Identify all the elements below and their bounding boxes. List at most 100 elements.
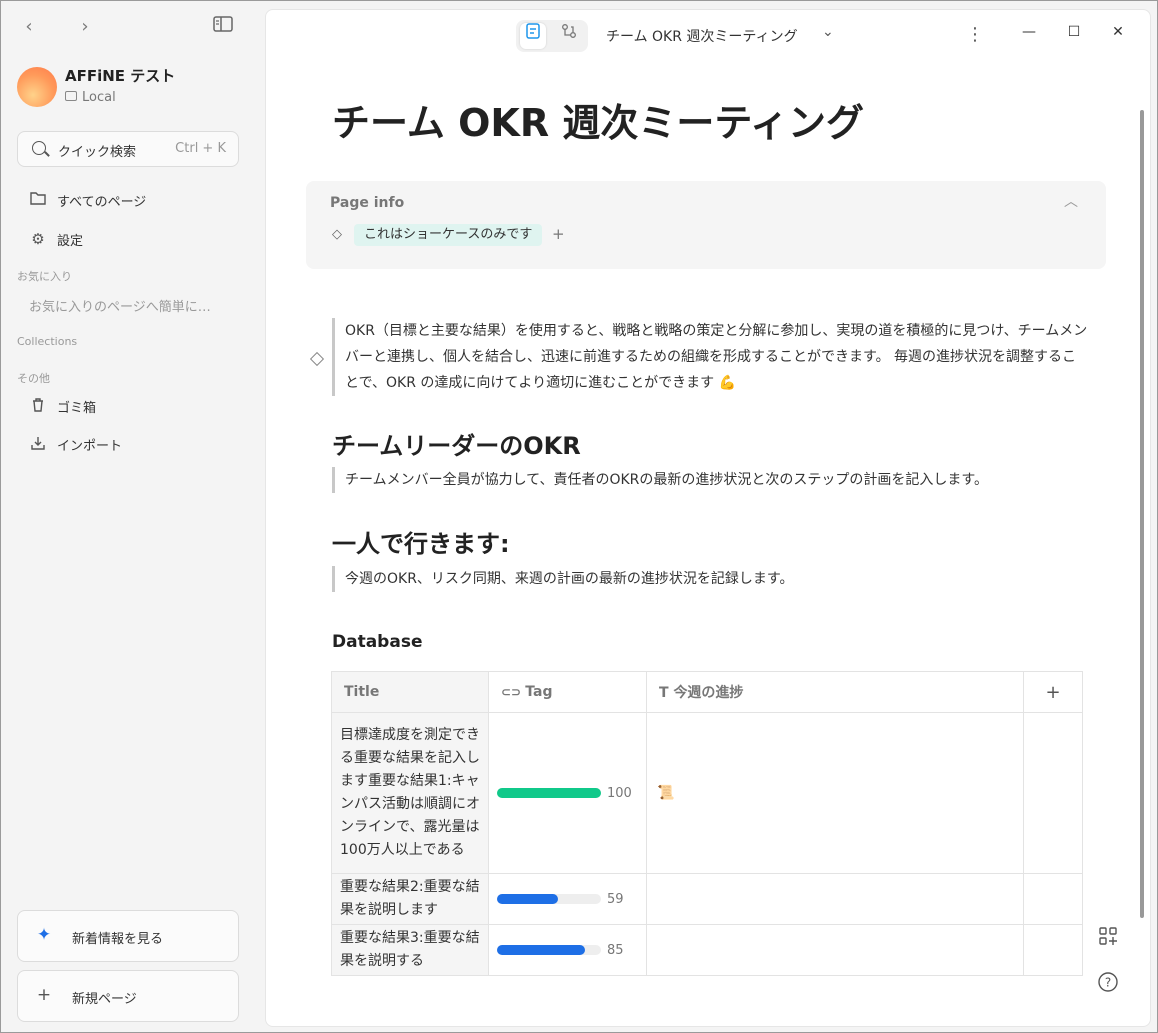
search-label: クイック検索 — [58, 145, 137, 160]
database-title[interactable]: Database — [332, 632, 422, 652]
column-header-tag[interactable]: ⊂⊃ Tag — [488, 671, 647, 713]
favorites-header: お気に入り — [17, 270, 72, 283]
row-title-cell[interactable]: 重要な結果2:重要な結果を説明します — [331, 873, 489, 925]
column-header-label: Tag — [525, 684, 553, 700]
progress-bar[interactable] — [497, 945, 601, 955]
progress-bar[interactable] — [497, 894, 601, 904]
help-icon[interactable]: ? — [1096, 971, 1120, 998]
apps-add-icon[interactable] — [1096, 926, 1120, 951]
whats-new-button[interactable]: ✦ 新着情報を見る — [17, 910, 239, 962]
more-options-icon[interactable]: ⋮ — [966, 24, 984, 45]
close-button[interactable]: ✕ — [1108, 24, 1128, 40]
row-note-cell[interactable] — [646, 924, 1024, 976]
collapse-icon[interactable]: ︿ — [1064, 191, 1078, 211]
workspace-type: Local — [65, 90, 116, 105]
progress-bar[interactable] — [497, 788, 601, 798]
app-window: ‹ › AFFiNE テスト Local クイック検索 Ctrl + K すべて… — [0, 0, 1158, 1033]
sidebar-item-settings[interactable]: ⚙ 設定 — [17, 224, 247, 254]
add-tag-icon[interactable]: + — [552, 225, 565, 243]
svg-text:?: ? — [1105, 976, 1111, 990]
page-info-label: Page info — [330, 195, 405, 211]
column-header-label: 今週の進捗 — [673, 685, 744, 701]
row-title-cell[interactable]: 重要な結果3:重要な結果を説明する — [331, 924, 489, 976]
column-header-label: Title — [344, 684, 380, 700]
top-bar: チーム OKR 週次ミーティング ⌄ ⋮ — ☐ ✕ — [266, 10, 1150, 60]
editor-mode-switch — [516, 20, 588, 52]
new-page-button[interactable]: + 新規ページ — [17, 970, 239, 1022]
tag-badge[interactable]: これはショーケースのみです — [354, 224, 543, 246]
row-progress-cell[interactable]: 59 — [488, 873, 647, 925]
progress-fill — [497, 945, 586, 955]
editor-area: チーム OKR 週次ミーティング ⌄ ⋮ — ☐ ✕ チーム OKR 週次ミーテ… — [265, 9, 1151, 1027]
row-title-cell[interactable]: 目標達成度を測定できる重要な結果を記入します重要な結果1:キャンパス活動は順調に… — [331, 712, 489, 874]
page-title[interactable]: チーム OKR 週次ミーティング — [332, 92, 864, 147]
whats-new-label: 新着情報を見る — [72, 932, 164, 947]
progress-fill — [497, 788, 601, 798]
sparkle-icon: ✦ — [36, 925, 52, 945]
row-note-cell[interactable]: 📜 — [646, 712, 1024, 874]
sidebar-item-label: インポート — [57, 439, 123, 454]
back-arrow-icon[interactable]: ‹ — [17, 15, 41, 39]
sidebar-item-trash[interactable]: ゴミ箱 — [17, 391, 247, 421]
progress-value: 85 — [607, 942, 624, 958]
leader-quote[interactable]: チームメンバー全員が協力して、責任者のOKRの最新の進捗状況と次のステップの計画… — [332, 467, 1090, 493]
favorites-empty-hint: お気に入りのページへ簡単に… — [29, 300, 211, 315]
database-title-text: Database — [332, 632, 423, 652]
scrollbar[interactable] — [1140, 110, 1144, 918]
column-header-progress[interactable]: T 今週の進捗 — [646, 671, 1024, 713]
search-icon — [32, 141, 46, 155]
add-column-button[interactable]: + — [1023, 671, 1083, 713]
maximize-button[interactable]: ☐ — [1064, 24, 1084, 40]
column-header-title[interactable]: Title — [331, 671, 489, 713]
import-icon — [29, 435, 47, 453]
table-row[interactable]: 重要な結果2:重要な結果を説明します 59 — [331, 873, 1083, 925]
workspace-name: AFFiNE テスト — [65, 67, 176, 85]
page-mode-icon[interactable] — [520, 23, 546, 49]
sidebar-item-label: 設定 — [57, 234, 84, 249]
gear-icon: ⚙ — [31, 230, 45, 248]
heading-leader-okr[interactable]: チームリーダーのOKR — [332, 426, 581, 461]
quick-search[interactable]: クイック検索 Ctrl + K — [17, 131, 239, 167]
intro-quote[interactable]: OKR（目標と主要な結果）を使用すると、戦略と戦略の策定と分解に参加し、実現の道… — [332, 318, 1090, 396]
chevron-down-icon[interactable]: ⌄ — [822, 24, 834, 40]
progress-fill — [497, 894, 559, 904]
row-note: 📜 — [657, 785, 675, 801]
search-shortcut: Ctrl + K — [175, 141, 226, 156]
row-progress-cell[interactable]: 100 — [488, 712, 647, 874]
trash-icon — [29, 397, 47, 415]
solo-quote[interactable]: 今週のOKR、リスク同期、来週の計画の最新の進捗状況を記録します。 — [332, 566, 1090, 592]
row-empty-cell — [1023, 712, 1083, 874]
row-empty-cell — [1023, 924, 1083, 976]
workspace-switcher[interactable]: AFFiNE テスト Local — [17, 65, 247, 109]
edgeless-mode-icon[interactable] — [556, 23, 582, 49]
workspace-avatar — [17, 67, 57, 107]
sidebar-toggle-icon[interactable] — [211, 15, 235, 39]
table-row[interactable]: 目標達成度を測定できる重要な結果を記入します重要な結果1:キャンパス活動は順調に… — [331, 712, 1083, 874]
progress-value: 59 — [607, 891, 624, 907]
collections-header[interactable]: Collections — [17, 335, 77, 348]
doc-title-breadcrumb[interactable]: チーム OKR 週次ミーティング — [606, 26, 798, 46]
others-header: その他 — [17, 372, 50, 385]
row-title: 重要な結果2:重要な結果を説明します — [340, 879, 480, 918]
row-progress-cell[interactable]: 85 — [488, 924, 647, 976]
row-note-cell[interactable] — [646, 873, 1024, 925]
tag-icon: ◇ — [332, 227, 342, 242]
minimize-button[interactable]: — — [1019, 24, 1039, 40]
text-type-icon: T — [659, 685, 674, 701]
local-device-icon — [65, 91, 77, 101]
table-row[interactable]: 重要な結果3:重要な結果を説明する 85 — [331, 924, 1083, 976]
tag-type-icon: ⊂⊃ — [501, 685, 526, 699]
progress-value: 100 — [607, 785, 632, 801]
heading-solo[interactable]: 一人で行きます: — [332, 524, 510, 559]
row-empty-cell — [1023, 873, 1083, 925]
workspace-type-label: Local — [82, 90, 116, 105]
new-page-label: 新規ページ — [72, 992, 137, 1007]
forward-arrow-icon[interactable]: › — [73, 15, 97, 39]
row-title: 重要な結果3:重要な結果を説明する — [340, 930, 480, 969]
database-table: Title ⊂⊃ Tag T 今週の進捗 + 目標達成度を測定できる重要な結果を… — [331, 671, 1083, 976]
sidebar-item-all-pages[interactable]: すべてのページ — [17, 185, 247, 215]
page-info-panel: Page info ︿ ◇ これはショーケースのみです + — [306, 181, 1106, 269]
sidebar-item-import[interactable]: インポート — [17, 429, 247, 459]
block-handle-icon[interactable] — [309, 351, 325, 367]
sidebar-item-label: ゴミ箱 — [57, 401, 97, 416]
